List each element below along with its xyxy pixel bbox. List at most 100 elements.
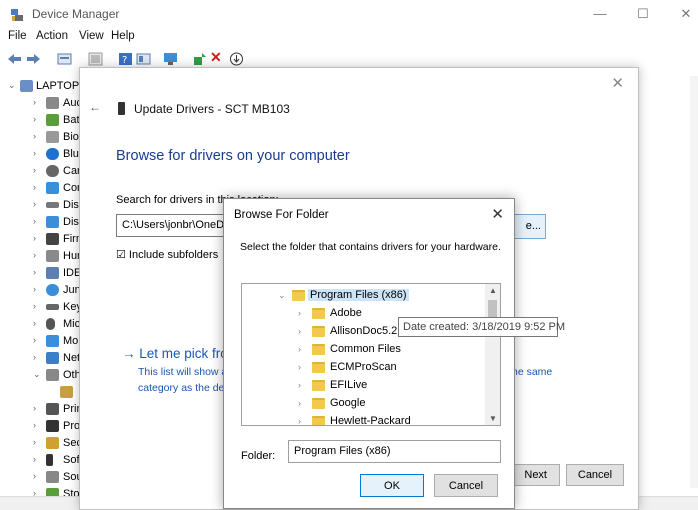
folder-tree[interactable]: ⌄ Program Files (x86) › Adobe › AllisonD… — [241, 283, 501, 426]
folder-icon — [292, 290, 305, 301]
chevron-right-icon[interactable]: › — [33, 403, 41, 413]
chevron-right-icon[interactable]: › — [298, 308, 301, 318]
properties-icon[interactable] — [57, 52, 72, 66]
chevron-right-icon[interactable]: › — [298, 362, 301, 372]
computer-icon — [20, 80, 33, 92]
cancel-button[interactable]: Cancel — [566, 464, 624, 486]
scroll-up-icon[interactable]: ▲ — [489, 286, 497, 295]
dialog-title: Update Drivers - SCT MB103 — [134, 102, 290, 116]
chevron-right-icon[interactable]: › — [298, 380, 301, 390]
back-arrow-icon[interactable] — [7, 52, 22, 66]
camera-icon — [46, 165, 59, 177]
battery-icon — [46, 114, 59, 126]
folder-item[interactable]: › ECMProScan — [242, 359, 486, 377]
folder-icon — [312, 362, 325, 373]
chevron-right-icon[interactable]: › — [33, 131, 41, 141]
let-me-pick-description-2: category as the dev — [138, 382, 230, 394]
chevron-right-icon[interactable]: › — [33, 216, 41, 226]
chevron-down-icon[interactable]: ⌄ — [278, 290, 286, 301]
close-button[interactable]: ✕ — [676, 5, 696, 23]
chevron-right-icon[interactable]: › — [298, 326, 301, 336]
monitor-icon — [46, 335, 59, 347]
folder-label: Hewlett-Packard — [330, 415, 411, 426]
folder-label: Common Files — [330, 343, 401, 355]
chevron-right-icon[interactable]: › — [298, 416, 301, 425]
security-key-icon — [46, 437, 59, 449]
chevron-right-icon[interactable]: › — [33, 165, 41, 175]
software-icon — [46, 454, 53, 466]
vertical-scrollbar[interactable] — [690, 76, 698, 488]
folder-item-selected[interactable]: ⌄ Program Files (x86) — [242, 287, 486, 305]
scroll-down-icon[interactable]: ▼ — [489, 414, 497, 423]
maximize-button[interactable]: ☐ — [633, 5, 653, 23]
let-me-pick-link[interactable]: → Let me pick fro — [122, 346, 228, 361]
folder-icon — [312, 398, 325, 409]
browse-dialog-titlebar: Browse For Folder ✕ — [224, 199, 514, 231]
chevron-right-icon[interactable]: › — [33, 352, 41, 362]
folder-tree-scrollbar[interactable]: ▲ ▼ — [485, 284, 500, 425]
close-icon[interactable]: ✕ — [491, 205, 504, 223]
folder-item[interactable]: › Hewlett-Packard — [242, 413, 486, 426]
browse-for-folder-dialog: Browse For Folder ✕ Select the folder th… — [223, 198, 515, 509]
unknown-device-warning-icon — [60, 386, 73, 398]
fingerprint-icon — [46, 131, 59, 143]
update-driver-icon[interactable] — [192, 52, 207, 66]
menu-help[interactable]: Help — [111, 30, 135, 42]
chevron-right-icon[interactable]: › — [33, 199, 41, 209]
folder-item[interactable]: › Google — [242, 395, 486, 413]
chevron-right-icon[interactable]: › — [33, 454, 41, 464]
monitor-icon — [46, 182, 59, 194]
folder-field-label: Folder: — [241, 450, 276, 462]
chevron-right-icon[interactable]: › — [33, 335, 41, 345]
chevron-right-icon[interactable]: › — [33, 471, 41, 481]
chevron-right-icon[interactable]: › — [33, 301, 41, 311]
chevron-right-icon[interactable]: › — [33, 420, 41, 430]
chevron-right-icon[interactable]: › — [33, 148, 41, 158]
menu-view[interactable]: View — [79, 30, 104, 42]
chevron-right-icon[interactable]: › — [33, 233, 41, 243]
folder-input[interactable]: Program Files (x86) — [288, 440, 501, 463]
chevron-right-icon[interactable]: › — [298, 398, 301, 408]
uninstall-x-icon[interactable]: ✕ — [210, 49, 225, 65]
ok-button[interactable]: OK — [360, 474, 424, 497]
menu-action[interactable]: Action — [36, 30, 68, 42]
close-icon[interactable]: ✕ — [611, 74, 624, 92]
view-icon[interactable] — [136, 52, 151, 66]
show-hidden-icon[interactable] — [88, 52, 103, 66]
browse-dialog-title: Browse For Folder — [234, 209, 329, 221]
chevron-right-icon[interactable]: › — [298, 344, 301, 354]
tree-item-label: Pro — [63, 420, 81, 432]
folder-item[interactable]: › Common Files — [242, 341, 486, 359]
disk-icon — [46, 202, 59, 208]
chevron-right-icon[interactable]: › — [33, 114, 41, 124]
scan-hardware-icon[interactable] — [229, 52, 244, 66]
browse-dialog-body: Select the folder that contains drivers … — [224, 231, 514, 508]
bluetooth-icon — [46, 148, 59, 160]
ide-icon — [46, 267, 59, 279]
chevron-right-icon[interactable]: › — [33, 284, 41, 294]
chevron-right-icon[interactable]: › — [33, 97, 41, 107]
chevron-right-icon[interactable]: › — [33, 250, 41, 260]
processor-icon — [46, 420, 59, 432]
browse-cancel-button[interactable]: Cancel — [434, 474, 498, 497]
chevron-right-icon[interactable]: › — [33, 267, 41, 277]
chevron-right-icon[interactable]: › — [33, 182, 41, 192]
monitor-icon[interactable] — [163, 52, 178, 66]
chevron-right-icon[interactable]: › — [33, 437, 41, 447]
tree-item-label: Mic — [63, 318, 81, 330]
minimize-button[interactable]: — — [590, 5, 610, 23]
chevron-down-icon[interactable]: ⌄ — [33, 369, 41, 380]
browse-dialog-description: Select the folder that contains drivers … — [240, 241, 501, 253]
folder-item[interactable]: › EFILive — [242, 377, 486, 395]
help-icon[interactable]: ? — [118, 52, 133, 66]
device-manager-icon — [11, 9, 23, 21]
chevron-right-icon[interactable]: › — [33, 318, 41, 328]
jungo-icon — [46, 284, 59, 296]
forward-arrow-icon[interactable] — [26, 52, 41, 66]
include-subfolders-checkbox[interactable]: ☑ Include subfolders — [116, 248, 218, 261]
chevron-down-icon[interactable]: ⌄ — [8, 80, 16, 91]
speaker-icon — [46, 471, 59, 483]
menu-file[interactable]: File — [8, 30, 27, 42]
tree-item-label: Mo — [63, 335, 79, 347]
back-arrow-icon[interactable]: ← — [89, 100, 101, 114]
